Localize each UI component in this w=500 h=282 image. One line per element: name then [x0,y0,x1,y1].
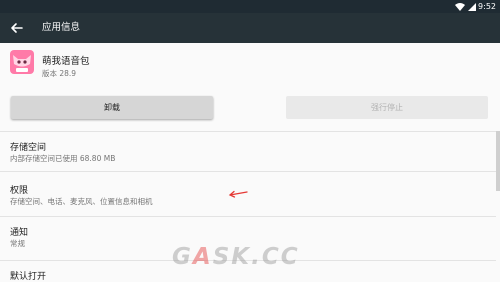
app-name: 萌我语音包 [42,56,90,67]
page-title: 应用信息 [42,22,81,33]
setting-permissions[interactable]: 权限 存储空间、电话、麦克风、位置信息和相机 [0,171,496,216]
annotation-arrow-icon [228,190,248,198]
back-arrow-icon[interactable] [9,20,25,36]
app-bar: 应用信息 [0,13,500,43]
app-version: 版本 28.9 [42,69,77,78]
setting-summary: 常规 [10,239,25,248]
setting-summary: 内部存储空间已使用 68.80 MB [10,154,116,163]
scrollbar[interactable] [496,131,500,191]
app-header: 萌我语音包 版本 28.9 [0,43,500,91]
status-time: 9:52 [478,2,496,11]
setting-title: 默认打开 [10,272,47,282]
wifi-icon [455,2,465,11]
setting-title: 权限 [10,186,29,196]
setting-storage[interactable]: 存储空间 内部存储空间已使用 68.80 MB [0,131,496,170]
uninstall-button[interactable]: 卸载 [11,96,213,119]
status-bar: 9:52 [0,0,500,13]
app-icon [10,50,34,74]
setting-title: 通知 [10,228,29,238]
watermark: GASK.CC [172,244,300,270]
setting-title: 存储空间 [10,143,47,153]
force-stop-button[interactable]: 强行停止 [286,96,488,119]
setting-summary: 存储空间、电话、麦克风、位置信息和相机 [10,197,153,206]
signal-icon [468,2,476,11]
status-icons [455,2,476,11]
